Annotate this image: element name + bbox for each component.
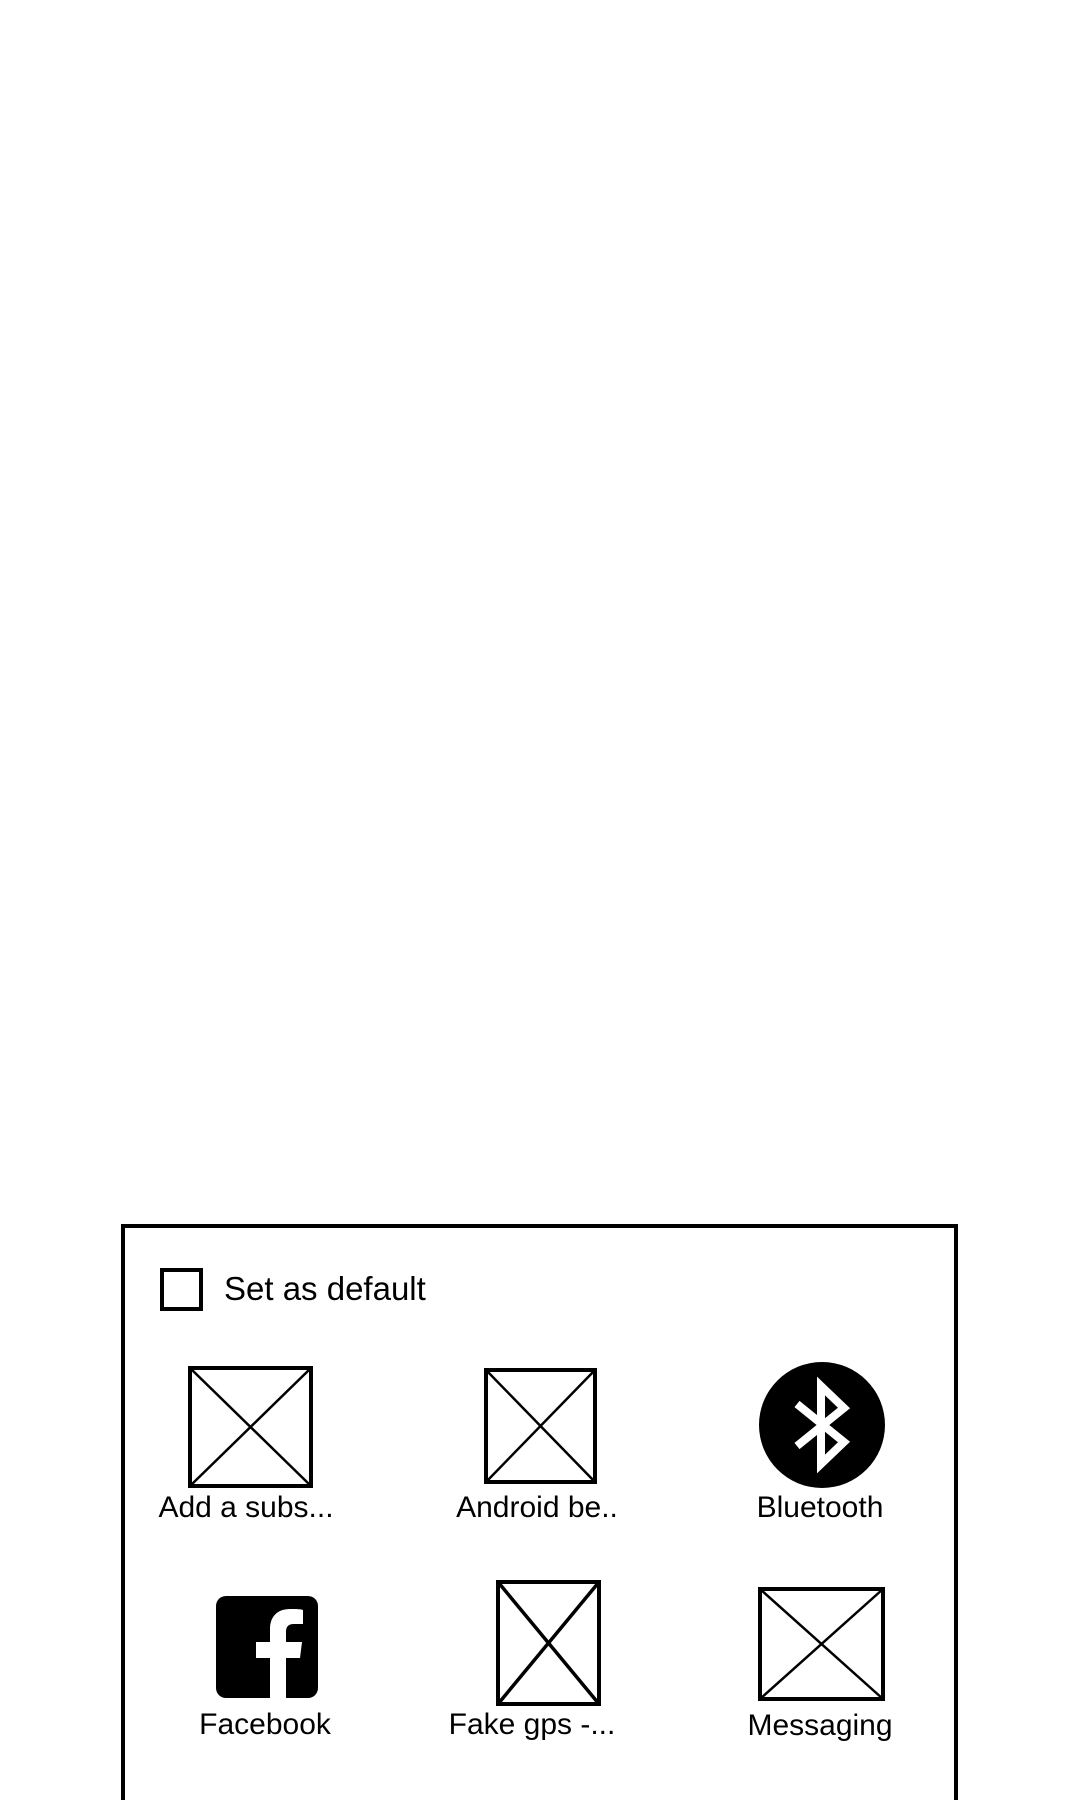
placeholder-icon (496, 1580, 601, 1706)
set-as-default-label: Set as default (224, 1270, 426, 1307)
app-option-add-a-subs[interactable]: Add a subs... (143, 1366, 373, 1556)
app-chooser-dialog: Set as default Add a subs... Android be.… (121, 1224, 958, 1800)
app-option-fake-gps[interactable]: Fake gps -... (422, 1580, 652, 1780)
app-option-messaging[interactable]: Messaging (695, 1587, 925, 1780)
set-as-default-row[interactable]: Set as default (160, 1264, 426, 1314)
app-option-bluetooth[interactable]: Bluetooth (695, 1362, 925, 1556)
set-as-default-checkbox[interactable] (160, 1267, 203, 1311)
bluetooth-icon (759, 1362, 885, 1488)
app-option-android-be[interactable]: Android be.. (422, 1366, 652, 1556)
app-label: Facebook (199, 1708, 331, 1741)
placeholder-icon (758, 1587, 885, 1701)
placeholder-icon (188, 1366, 313, 1488)
app-label: Android be.. (456, 1491, 618, 1524)
app-option-facebook[interactable]: Facebook (150, 1590, 380, 1780)
placeholder-icon (484, 1368, 597, 1484)
app-label: Messaging (747, 1709, 893, 1742)
facebook-icon (216, 1596, 318, 1698)
app-label: Bluetooth (756, 1491, 884, 1524)
app-label: Fake gps -... (448, 1708, 616, 1741)
app-label: Add a subs... (158, 1491, 334, 1524)
